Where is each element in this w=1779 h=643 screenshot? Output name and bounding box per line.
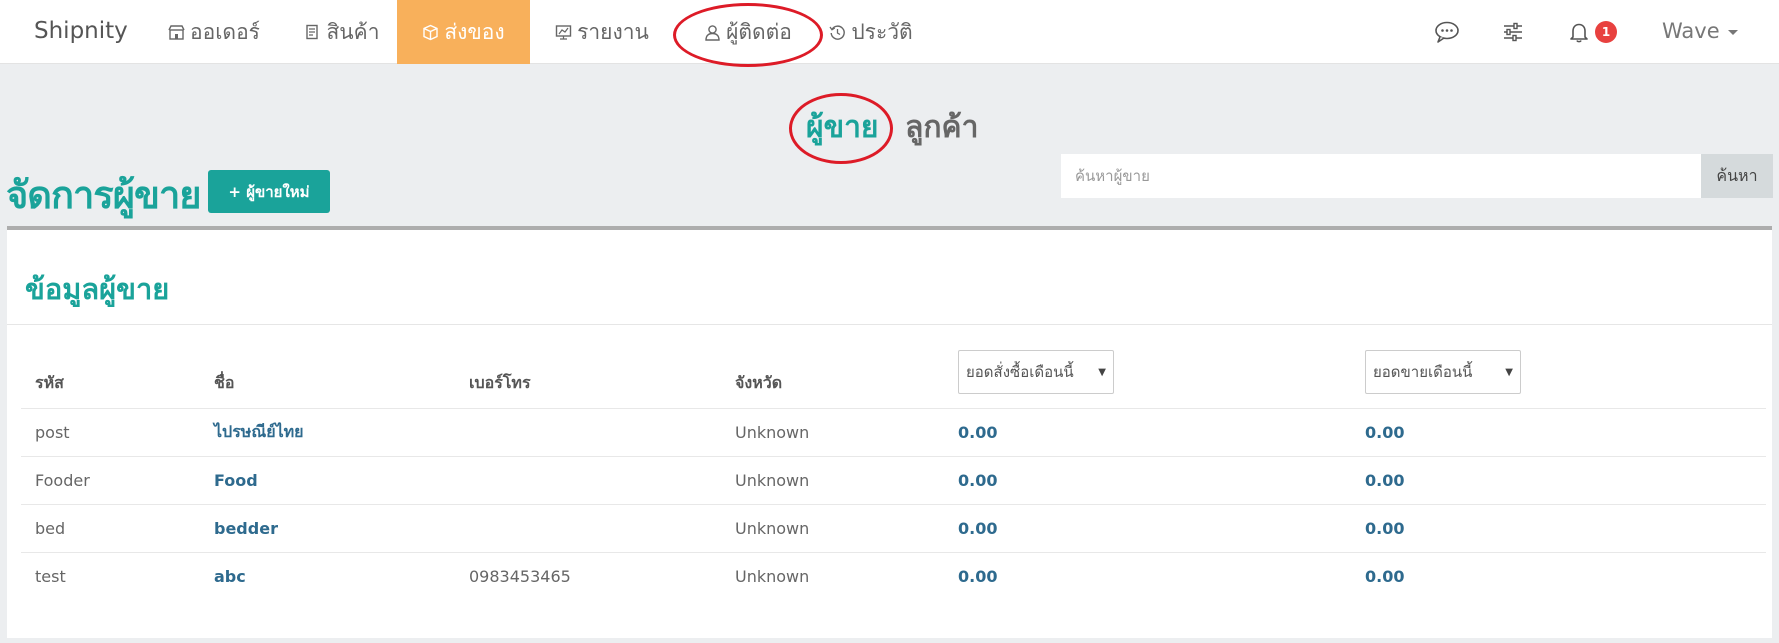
- cell-province: Unknown: [723, 504, 946, 553]
- table-header-row: รหัส ชื่อ เบอร์โทร จังหวัด ยอดสั่งซื้อเด…: [21, 350, 1766, 409]
- nav-contacts[interactable]: ผู้ติดต่อ: [688, 0, 808, 64]
- sales-amount-link[interactable]: 0.00: [1365, 567, 1404, 586]
- orders-amount-link[interactable]: 0.00: [958, 519, 997, 538]
- dropdown-arrow-icon: ▼: [1098, 366, 1106, 378]
- col-header-code: รหัส: [21, 350, 202, 409]
- box-icon: [422, 24, 439, 41]
- nav-orders-label: ออเดอร์: [190, 19, 260, 44]
- orders-amount-link[interactable]: 0.00: [958, 471, 997, 490]
- cell-phone: [457, 504, 723, 553]
- sellers-panel: ข้อมูลผู้ขาย รหัส ชื่อ เบอร์โทร จังหวัด …: [7, 226, 1772, 638]
- cell-code: post: [21, 408, 202, 457]
- settings-sliders-icon[interactable]: [1500, 20, 1526, 44]
- nav-contacts-label: ผู้ติดต่อ: [726, 19, 792, 44]
- nav-shipping-label: ส่งของ: [444, 19, 505, 44]
- dropdown-arrow-icon: ▼: [1505, 366, 1513, 378]
- table-row: Fooder Food Unknown 0.00 0.00: [21, 456, 1766, 505]
- orders-amount-link[interactable]: 0.00: [958, 423, 997, 442]
- brand-logo[interactable]: Shipnity: [34, 0, 128, 64]
- col-header-phone: เบอร์โทร: [457, 350, 723, 409]
- cell-phone: [457, 408, 723, 457]
- sales-amount-link[interactable]: 0.00: [1365, 423, 1404, 442]
- table-row: bed bedder Unknown 0.00 0.00: [21, 504, 1766, 553]
- user-menu[interactable]: Wave: [1662, 0, 1738, 64]
- nav-shipping[interactable]: ส่งของ: [397, 0, 530, 64]
- sales-period-value: ยอดขายเดือนนี้: [1373, 363, 1473, 381]
- search-input[interactable]: [1061, 154, 1701, 198]
- top-navbar: Shipnity ออเดอร์ สินค้า ส่งของ รายงาน ผู…: [0, 0, 1779, 64]
- cell-phone: 0983453465: [469, 567, 571, 587]
- col-header-orders: ยอดสั่งซื้อเดือนนี้ ▼: [946, 350, 1353, 409]
- add-seller-button[interactable]: + ผู้ขายใหม่: [208, 170, 330, 213]
- report-icon: [555, 24, 572, 41]
- search-button[interactable]: ค้นหา: [1701, 154, 1773, 198]
- cell-code: test: [35, 567, 66, 587]
- table-row: post ไปรษณีย์ไทย Unknown 0.00 0.00: [21, 408, 1766, 457]
- cell-code: Fooder: [21, 456, 202, 505]
- seller-name-link[interactable]: ไปรษณีย์ไทย: [214, 422, 304, 441]
- user-name: Wave: [1662, 19, 1720, 43]
- nav-history-label: ประวัติ: [851, 19, 913, 44]
- cell-phone: [457, 456, 723, 505]
- orders-period-value: ยอดสั่งซื้อเดือนนี้: [966, 363, 1074, 381]
- panel-divider: [7, 324, 1772, 325]
- cell-code: bed: [21, 504, 202, 553]
- sales-period-select[interactable]: ยอดขายเดือนนี้ ▼: [1365, 350, 1521, 394]
- chat-icon[interactable]: [1434, 20, 1460, 44]
- sales-amount-link[interactable]: 0.00: [1365, 471, 1404, 490]
- orders-period-select[interactable]: ยอดสั่งซื้อเดือนนี้ ▼: [958, 350, 1114, 394]
- seller-name-link[interactable]: bedder: [214, 519, 278, 538]
- nav-products[interactable]: สินค้า: [296, 0, 388, 64]
- nav-history[interactable]: ประวัติ: [827, 0, 915, 64]
- cell-province: Unknown: [735, 567, 810, 587]
- table-row: test abc 0983453465 Unknown 0.00 0.00: [21, 553, 1766, 601]
- store-icon: [168, 24, 185, 41]
- panel-title: ข้อมูลผู้ขาย: [25, 272, 170, 306]
- sellers-table: รหัส ชื่อ เบอร์โทร จังหวัด ยอดสั่งซื้อเด…: [21, 350, 1766, 601]
- page-title: จัดการผู้ขาย: [6, 173, 202, 217]
- col-header-sales: ยอดขายเดือนนี้ ▼: [1353, 350, 1766, 409]
- nav-reports[interactable]: รายงาน: [547, 0, 657, 64]
- col-header-name: ชื่อ: [202, 350, 457, 409]
- nav-reports-label: รายงาน: [577, 19, 649, 44]
- sales-amount-link[interactable]: 0.00: [1365, 519, 1404, 538]
- col-header-province: จังหวัด: [723, 350, 946, 409]
- bell-icon[interactable]: [1566, 20, 1592, 44]
- cell-province: Unknown: [723, 408, 946, 457]
- seller-name-link[interactable]: abc: [214, 567, 246, 586]
- tab-sellers[interactable]: ผู้ขาย: [806, 104, 879, 151]
- chevron-down-icon: [1727, 29, 1738, 35]
- nav-orders[interactable]: ออเดอร์: [152, 0, 276, 64]
- products-icon: [304, 24, 321, 41]
- cell-province: Unknown: [723, 456, 946, 505]
- notification-badge: 1: [1595, 21, 1617, 43]
- tab-customers[interactable]: ลูกค้า: [905, 104, 978, 151]
- history-icon: [829, 24, 846, 41]
- orders-amount-link[interactable]: 0.00: [958, 567, 997, 586]
- seller-name-link[interactable]: Food: [214, 471, 258, 490]
- nav-products-label: สินค้า: [326, 19, 380, 44]
- user-icon: [704, 24, 721, 41]
